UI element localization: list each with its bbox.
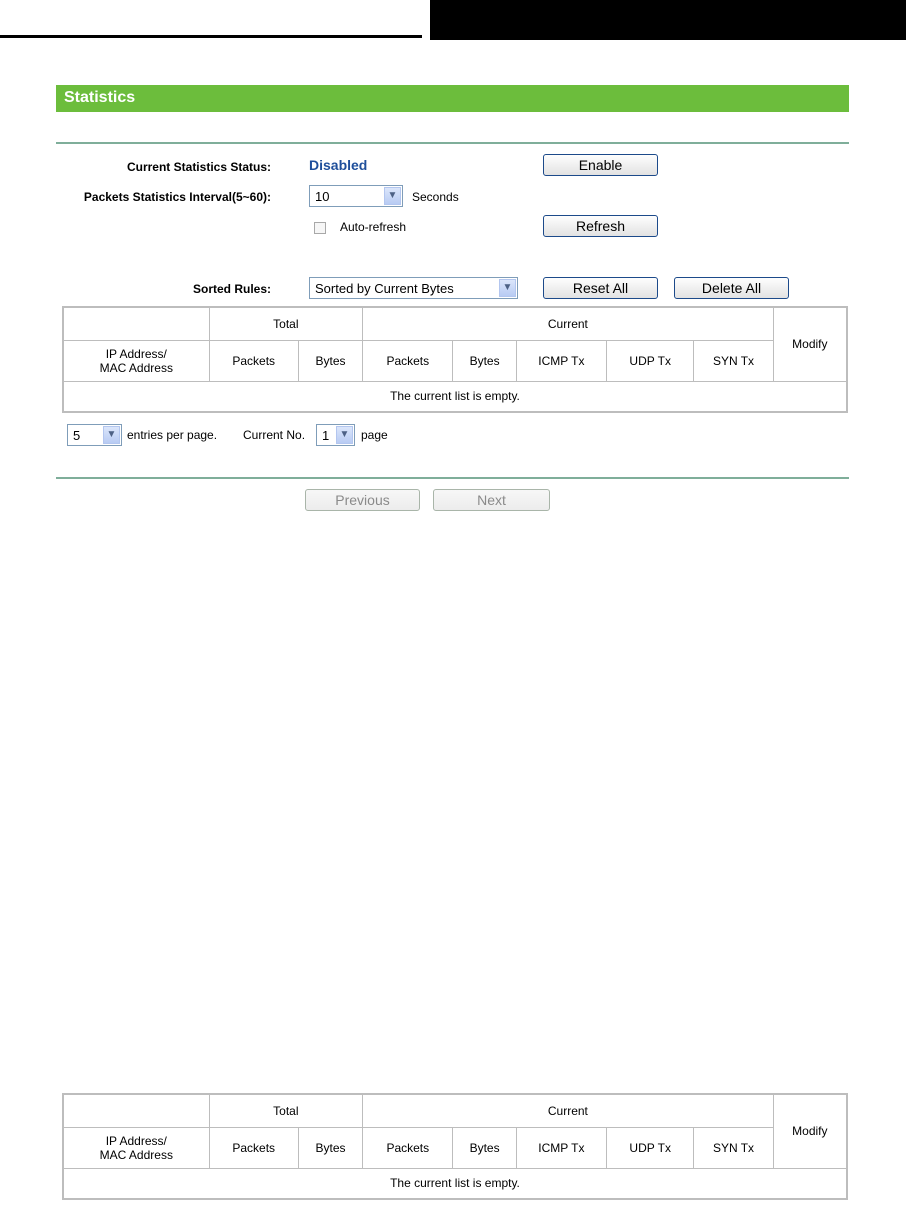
seconds-label: Seconds [412,190,459,204]
header-icmp: ICMP Tx [515,340,608,382]
autorefresh-checkbox[interactable] [314,222,326,234]
header-udp: UDP Tx [606,1127,695,1169]
header-total-bytes: Bytes [297,340,364,382]
header-total-packets: Packets [208,1127,299,1169]
autorefresh-label: Auto-refresh [340,220,407,234]
header-mac: MAC Address [99,361,173,376]
interval-value: 10 [315,189,330,204]
delete-all-button[interactable]: Delete All [674,277,789,299]
header-mac: MAC Address [99,1148,173,1163]
header-modify: Modify [772,1093,848,1169]
header-ip-mac: IP Address/MAC Address [62,340,210,382]
statistics-table: Total Current Modify IP Address/MAC Addr… [62,306,848,413]
refresh-button[interactable]: Refresh [543,215,658,237]
enable-button[interactable]: Enable [543,154,658,176]
header-ip: IP Address/ [105,1134,167,1149]
header-icmp: ICMP Tx [515,1127,608,1169]
header-current: Current [362,306,774,342]
sorted-rules-value: Sorted by Current Bytes [315,281,454,296]
sorted-rules-label: Sorted Rules: [192,282,271,296]
chevron-down-icon: ▼ [499,279,516,297]
header-current-bytes: Bytes [452,1127,517,1169]
bottom-divider [56,477,849,479]
current-no-label: Current No. [243,428,306,442]
header-current-bytes: Bytes [452,340,517,382]
interval-label: Packets Statistics Interval(5~60): [83,190,271,204]
header-right-band [430,0,906,40]
header-modify: Modify [772,306,848,382]
top-divider [56,142,849,144]
entries-select[interactable]: 5 ▼ [67,424,122,446]
status-label: Current Statistics Status: [126,160,271,174]
header-ip: IP Address/ [105,347,167,362]
empty-message: The current list is empty. [62,380,848,413]
interval-select[interactable]: 10 ▼ [309,185,403,207]
header-ip-mac: IP Address/MAC Address [62,1127,210,1169]
header-total: Total [208,306,364,342]
previous-button[interactable]: Previous [305,489,420,511]
header-syn: SYN Tx [693,340,774,382]
status-value: Disabled [309,157,368,173]
chevron-down-icon: ▼ [336,426,353,444]
page-title: Statistics [64,89,136,106]
chevron-down-icon: ▼ [103,426,120,444]
header-blank-cell [62,1093,210,1129]
statistics-table-example: Total Current Modify IP Address/MAC Addr… [62,1093,848,1200]
empty-message: The current list is empty. [62,1167,848,1200]
statistics-panel: Statistics Current Statistics Status: Di… [56,85,849,517]
title-bar: Statistics [56,85,849,112]
header-total-bytes: Bytes [297,1127,364,1169]
header-current-packets: Packets [362,340,454,382]
header-total: Total [208,1093,364,1129]
entries-value: 5 [73,428,81,443]
header-current-packets: Packets [362,1127,454,1169]
page-label: page [361,428,388,442]
sorted-rules-select[interactable]: Sorted by Current Bytes ▼ [309,277,518,299]
header-blank-cell [62,306,210,342]
entries-label: entries per page. [127,428,218,442]
header-total-packets: Packets [208,340,299,382]
chevron-down-icon: ▼ [384,187,401,205]
next-button[interactable]: Next [433,489,550,511]
header-left-band [0,0,422,38]
header-syn: SYN Tx [693,1127,774,1169]
page-value: 1 [322,428,330,443]
page-select[interactable]: 1 ▼ [316,424,355,446]
header-current: Current [362,1093,774,1129]
reset-all-button[interactable]: Reset All [543,277,658,299]
header-udp: UDP Tx [606,340,695,382]
